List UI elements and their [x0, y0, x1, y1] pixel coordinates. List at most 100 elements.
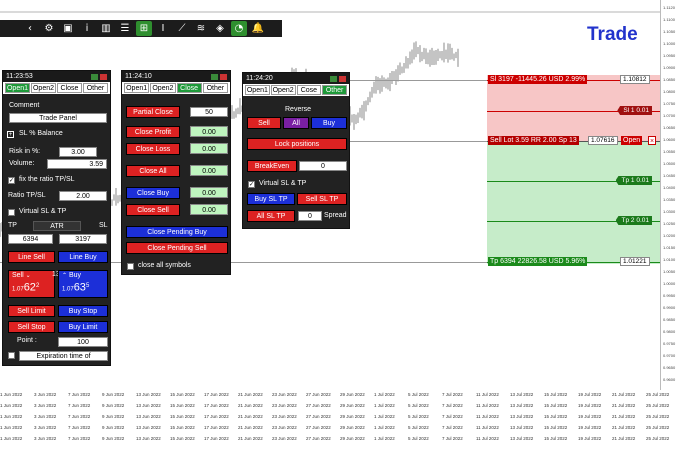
price-tick-label: 1.0350	[663, 197, 676, 202]
sell-sl-tp-button[interactable]: Sell SL TP	[297, 193, 347, 205]
line-sell-button[interactable]: Line Sell	[8, 251, 55, 263]
all-sl-tp-button[interactable]: All SL TP	[247, 210, 295, 222]
info-icon[interactable]: i	[79, 21, 95, 36]
tp2-tag[interactable]: Tp 2 0.01	[615, 216, 652, 225]
tp-input[interactable]: 6394	[8, 234, 53, 244]
shield-icon[interactable]: ◈	[212, 21, 228, 36]
buy-label: Buy	[68, 272, 82, 279]
open-tag[interactable]: Open	[621, 136, 643, 145]
trade-panel-other: 11:24:20 Open1 Open2 Cose Other Reverse …	[242, 72, 350, 229]
expiration-field[interactable]: Expiration time of	[19, 351, 108, 361]
tab-other[interactable]: Other	[83, 83, 108, 93]
panel3-time: 11:24:20	[246, 75, 273, 82]
sell-stop-button[interactable]: Sell Stop	[8, 321, 55, 333]
text-icon[interactable]: I	[155, 21, 171, 36]
tp-price-box[interactable]: 1.01221	[620, 257, 650, 266]
lock-positions-button[interactable]: Lock positions	[247, 138, 347, 150]
close-icon[interactable]	[100, 73, 107, 80]
price-tick-label: 0.9650	[663, 365, 676, 370]
tab-open1[interactable]: Open1	[124, 83, 150, 93]
ratio-input[interactable]: 2.00	[59, 191, 107, 201]
expiration-checkbox[interactable]	[8, 352, 15, 359]
tp1-tag[interactable]: Tp 1 0.01	[615, 176, 652, 185]
tab-open1[interactable]: Open1	[245, 85, 270, 95]
time-axis[interactable]: 1 Jun 2022 1 Jun 2022 1 Jun 2022 1 Jun 2022…	[0, 390, 680, 454]
breakeven-button[interactable]: BreakEven	[247, 160, 297, 172]
tab-other[interactable]: Other	[202, 83, 228, 93]
atr-button[interactable]: ATR	[33, 221, 81, 231]
entry-price-box[interactable]: 1.07616	[588, 136, 618, 145]
time-tick-label: 1 Jun 2022	[0, 414, 23, 419]
bell-icon[interactable]: 🔔	[250, 21, 266, 36]
price-tick-label: 1.0850	[663, 77, 676, 82]
price-axis[interactable]: 1.1120 1.1100 1.1050 1.1000 1.0950 1.0900 1.08…	[660, 0, 680, 390]
list-icon[interactable]: ☰	[117, 21, 133, 36]
virtual-sltp-checkbox[interactable]: ✓	[248, 181, 255, 188]
time-tick-label: 29 Jun 2022	[340, 403, 365, 408]
tab-close[interactable]: Close	[57, 83, 82, 93]
sl-balance-toggle[interactable]: +	[7, 131, 14, 138]
tab-open2[interactable]: Open2	[270, 85, 296, 95]
buy-sl-tp-button[interactable]: Buy SL TP	[247, 193, 295, 205]
sl-level-tag[interactable]: Sl 3197 -11445.26 USD 2.99%	[488, 75, 588, 84]
sl-input[interactable]: 3197	[59, 234, 107, 244]
time-tick-label: 17 Jun 2022	[204, 403, 229, 408]
risk-input[interactable]: 3.00	[59, 147, 97, 157]
chart-icon[interactable]: ▥	[98, 21, 114, 36]
close-icon[interactable]	[339, 75, 346, 82]
tab-close[interactable]: Close	[176, 83, 202, 93]
sl1-tag[interactable]: Sl 1 0.01	[617, 106, 652, 115]
minimize-icon[interactable]	[211, 73, 218, 80]
tab-open2[interactable]: Open2	[31, 83, 56, 93]
partial-close-input[interactable]: 50	[190, 107, 228, 117]
tab-other[interactable]: Other	[322, 85, 347, 95]
buy-limit-button[interactable]: Buy Limit	[58, 321, 108, 333]
point-input[interactable]: 100	[58, 337, 108, 347]
virtual-sltp-checkbox[interactable]	[8, 209, 15, 216]
camera-icon[interactable]: ▣	[60, 21, 76, 36]
close-buy-button[interactable]: Close Buy	[126, 187, 180, 199]
template-icon[interactable]: ⊞	[136, 21, 152, 36]
breakeven-input[interactable]: 0	[299, 161, 347, 171]
sell-position-tag[interactable]: Sell Lot 3.59 RR 2.00 Sp 13	[488, 136, 579, 145]
back-icon[interactable]: ‹	[22, 21, 38, 36]
fib-icon[interactable]: ≋	[193, 21, 209, 36]
pie-icon[interactable]: ◔	[231, 21, 247, 36]
close-pending-buy-button[interactable]: Close Pending Buy	[126, 226, 228, 238]
gear-icon[interactable]: ⚙	[41, 21, 57, 36]
tab-close[interactable]: Cose	[296, 85, 322, 95]
time-tick-label: 13 Jun 2022	[136, 425, 161, 430]
close-profit-button[interactable]: Close Profit	[126, 126, 180, 138]
minimize-icon[interactable]	[330, 75, 337, 82]
close-pending-sell-button[interactable]: Close Pending Sell	[126, 242, 228, 254]
fix-ratio-checkbox[interactable]: ✓	[8, 177, 15, 184]
reverse-buy-button[interactable]: Buy	[311, 117, 347, 129]
partial-close-button[interactable]: Partial Close	[126, 106, 180, 118]
tab-open1[interactable]: Open1	[5, 83, 30, 93]
reverse-sell-button[interactable]: Sell	[247, 117, 281, 129]
sell-price-small: 1.07	[12, 286, 24, 293]
time-tick-label: 15 Jul 2022	[544, 425, 568, 430]
minimize-icon[interactable]	[91, 73, 98, 80]
close-loss-button[interactable]: Close Loss	[126, 143, 180, 155]
tp-level-tag[interactable]: Tp 6394 22826.58 USD 5.96%	[488, 257, 588, 266]
sl-price-box[interactable]: 1.10812	[620, 75, 650, 84]
close-icon[interactable]	[220, 73, 227, 80]
line-buy-button[interactable]: Line Buy	[58, 251, 108, 263]
comment-input[interactable]: Trade Panel	[9, 113, 107, 123]
time-tick-label: 3 Jun 2022	[34, 392, 57, 397]
sell-limit-button[interactable]: Sell Limit	[8, 305, 55, 317]
reverse-all-button[interactable]: All	[283, 117, 309, 129]
tab-open2[interactable]: Open2	[150, 83, 176, 93]
close-position-icon[interactable]: ×	[648, 136, 657, 145]
close-sell-button[interactable]: Close Sell	[126, 204, 180, 216]
time-tick-label: 13 Jul 2022	[510, 403, 534, 408]
buy-stop-button[interactable]: Buy Stop	[58, 305, 108, 317]
volume-input[interactable]: 3.59	[47, 159, 107, 169]
close-all-button[interactable]: Close All	[126, 165, 180, 177]
spread-input[interactable]: 0	[298, 211, 322, 221]
buy-button[interactable]: ⌃ Buy 1.07635	[58, 270, 108, 298]
close-all-symbols-checkbox[interactable]	[127, 263, 134, 270]
sell-button[interactable]: Sell ⌄ 1.07622	[8, 270, 55, 298]
trendline-icon[interactable]: ⟋	[174, 21, 190, 36]
